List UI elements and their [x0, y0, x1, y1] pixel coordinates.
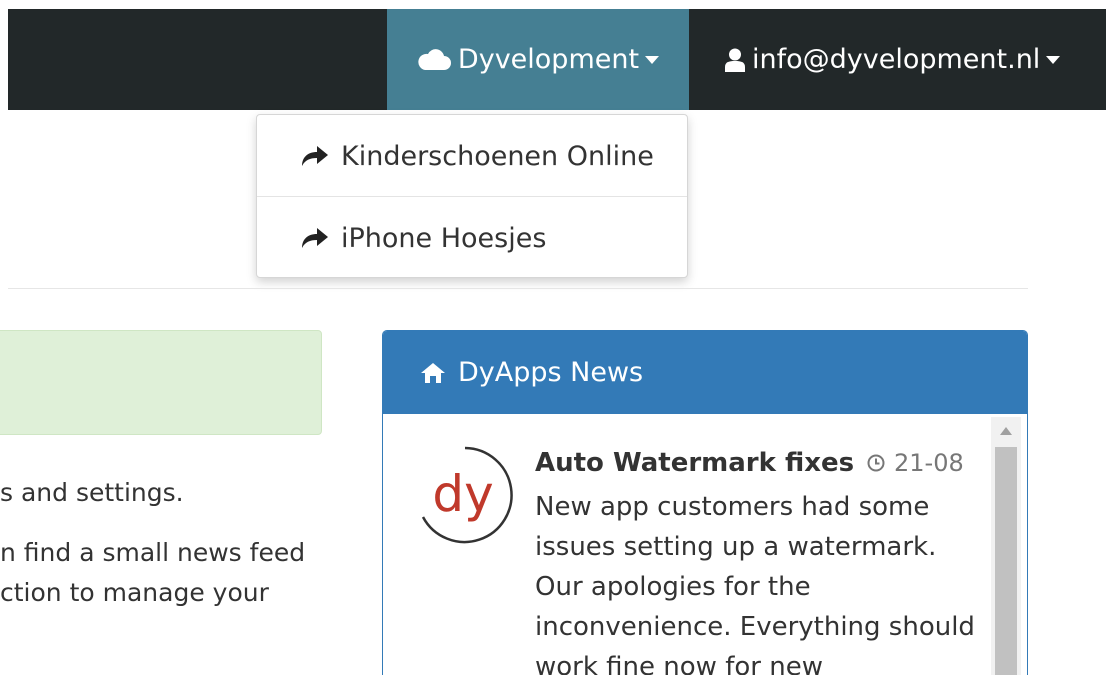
share-icon: [301, 227, 329, 249]
logo-text: dy: [432, 465, 493, 523]
dropdown-item-kinderschoenen-online[interactable]: Kinderschoenen Online: [257, 115, 687, 197]
caret-down-icon: [1046, 55, 1061, 64]
user-menu-toggle[interactable]: info@dyvelopment.nl: [689, 9, 1061, 110]
navbar-left-edge: [0, 9, 8, 110]
home-icon: [420, 362, 446, 384]
dropdown-item-label: Kinderschoenen Online: [341, 140, 654, 172]
clock-icon: [867, 454, 885, 472]
news-item-title: Auto Watermark fixes: [535, 448, 855, 478]
dyvelopment-logo: dy: [415, 445, 515, 545]
intro-text-line: s and settings.: [0, 478, 184, 507]
section-divider: [8, 288, 1028, 289]
scroll-up-arrow-icon[interactable]: [991, 417, 1021, 445]
user-icon: [725, 48, 745, 72]
news-panel-title: DyApps News: [458, 357, 644, 388]
user-email-label: info@dyvelopment.nl: [752, 44, 1041, 75]
share-icon: [301, 145, 329, 167]
top-navbar: Dyvelopment info@dyvelopment.nl: [0, 9, 1106, 110]
account-dropdown-toggle[interactable]: Dyvelopment: [387, 9, 689, 110]
account-dropdown-menu: Kinderschoenen Online iPhone Hoesjes: [256, 114, 688, 278]
news-item-body: New app customers had some issues settin…: [535, 492, 975, 675]
caret-down-icon: [645, 55, 660, 64]
success-alert: [0, 330, 322, 435]
scrollbar-thumb[interactable]: [995, 447, 1017, 675]
intro-text-line: ction to manage your: [0, 578, 269, 607]
cloud-icon: [417, 48, 451, 71]
news-item-date-label: 21-08: [894, 449, 964, 477]
news-scrollbar[interactable]: [991, 417, 1021, 675]
dropdown-item-iphone-hoesjes[interactable]: iPhone Hoesjes: [257, 197, 687, 279]
news-panel: DyApps News dy Auto Watermark fixes 21-0…: [382, 330, 1028, 675]
dropdown-item-label: iPhone Hoesjes: [341, 222, 547, 254]
account-dropdown-label: Dyvelopment: [457, 44, 640, 75]
intro-text-line: n find a small news feed: [0, 538, 306, 567]
news-item-date: 21-08: [867, 449, 964, 477]
news-panel-heading: DyApps News: [383, 331, 1027, 414]
